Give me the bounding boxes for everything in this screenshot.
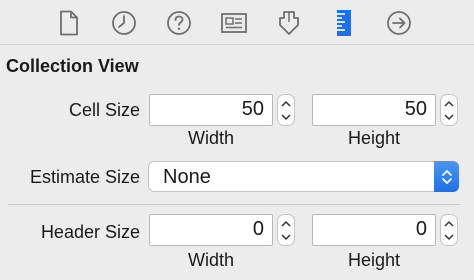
connections-inspector-icon[interactable]	[384, 8, 414, 38]
cell-width-caption: Width	[187, 128, 234, 148]
header-height-caption: Height	[347, 250, 401, 270]
quick-help-icon[interactable]	[164, 8, 194, 38]
chevron-down-icon[interactable]	[277, 230, 295, 244]
estimate-size-value: None	[163, 166, 211, 188]
header-size-label: Header Size	[40, 222, 140, 242]
file-inspector-icon[interactable]	[54, 8, 84, 38]
history-inspector-icon[interactable]	[109, 8, 139, 38]
estimate-size-label: Estimate Size	[29, 167, 140, 187]
header-height-field[interactable]: 0	[312, 214, 436, 246]
section-title: Collection View	[6, 56, 139, 76]
cell-height-caption: Height	[347, 128, 401, 148]
estimate-size-popup[interactable]: None	[148, 161, 459, 192]
chevron-up-icon[interactable]	[277, 216, 295, 230]
size-inspector-icon[interactable]	[329, 8, 359, 38]
chevron-down-icon[interactable]	[440, 110, 458, 124]
chevron-up-icon[interactable]	[440, 96, 458, 110]
chevron-down-icon[interactable]	[440, 230, 458, 244]
identity-inspector-icon[interactable]	[219, 8, 249, 38]
header-height-stepper[interactable]	[440, 214, 458, 246]
cell-size-label: Cell Size	[68, 100, 140, 120]
header-width-field[interactable]: 0	[149, 214, 273, 246]
section-divider	[8, 204, 460, 205]
cell-width-field[interactable]: 50	[149, 94, 273, 126]
attributes-inspector-icon[interactable]	[274, 8, 304, 38]
header-width-caption: Width	[187, 250, 234, 270]
inspector-toolbar	[0, 0, 474, 45]
cell-height-field[interactable]: 50	[312, 94, 436, 126]
cell-height-stepper[interactable]	[440, 94, 458, 126]
chevron-up-icon[interactable]	[440, 216, 458, 230]
cell-width-stepper[interactable]	[277, 94, 295, 126]
chevron-up-icon[interactable]	[277, 96, 295, 110]
chevron-down-icon[interactable]	[277, 110, 295, 124]
up-down-chevron-icon	[434, 161, 459, 192]
header-width-stepper[interactable]	[277, 214, 295, 246]
